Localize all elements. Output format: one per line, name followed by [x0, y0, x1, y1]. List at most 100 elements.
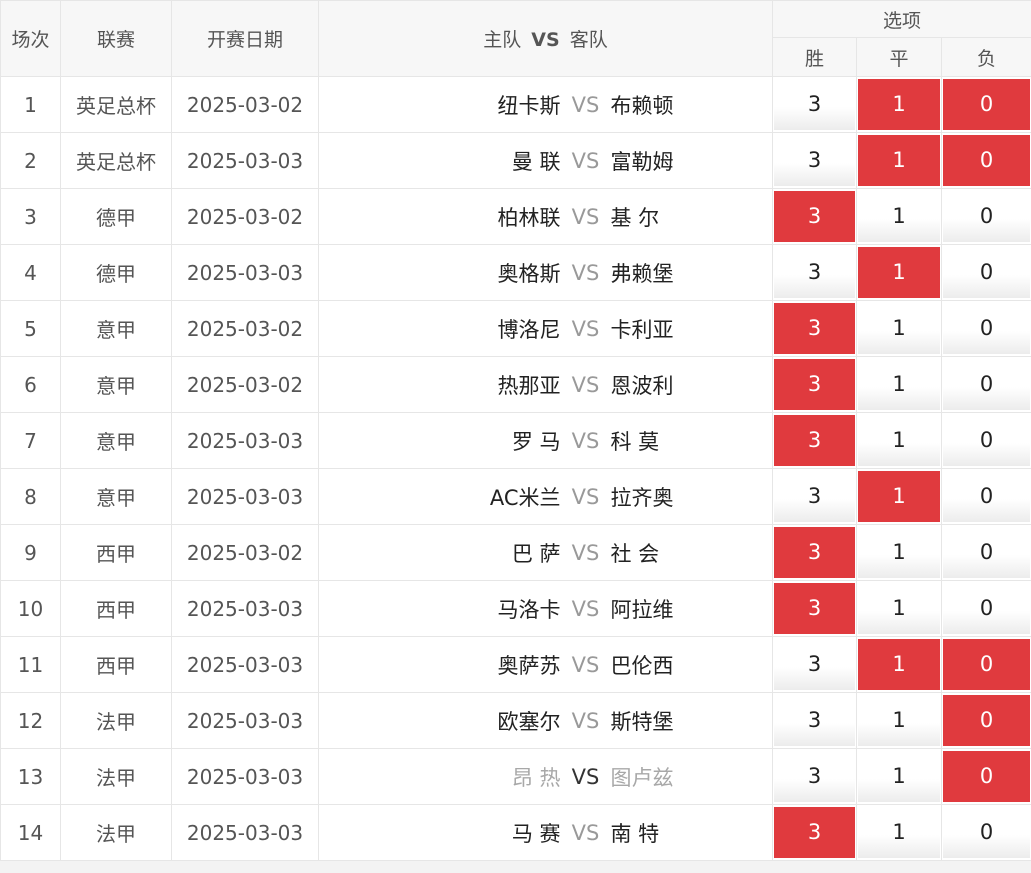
option-draw-button[interactable]: 1	[858, 695, 940, 746]
row-match: 热那亚VS恩波利	[319, 357, 773, 413]
option-lose-button[interactable]: 0	[943, 471, 1030, 522]
option-win-button[interactable]: 3	[774, 695, 855, 746]
option-lose-button[interactable]: 0	[943, 639, 1030, 690]
home-team: 马 赛	[351, 818, 561, 848]
vs-label: VS	[561, 709, 611, 733]
vs-label: VS	[561, 485, 611, 509]
row-match: 博洛尼VS卡利亚	[319, 301, 773, 357]
row-match: 昂 热VS图卢兹	[319, 749, 773, 805]
option-lose-button[interactable]: 0	[943, 415, 1030, 466]
match-teams: 博洛尼VS卡利亚	[319, 314, 772, 344]
option-lose-cell: 0	[942, 245, 1031, 301]
option-win-button[interactable]: 3	[774, 471, 855, 522]
option-draw-button[interactable]: 1	[858, 471, 940, 522]
option-draw-button[interactable]: 1	[858, 639, 940, 690]
option-win-cell: 3	[773, 189, 857, 245]
match-teams: 柏林联VS基 尔	[319, 202, 772, 232]
home-team: AC米兰	[351, 482, 561, 512]
option-lose-button[interactable]: 0	[943, 247, 1030, 298]
option-lose-button[interactable]: 0	[943, 583, 1030, 634]
option-win-button[interactable]: 3	[774, 583, 855, 634]
option-draw-button[interactable]: 1	[858, 359, 940, 410]
option-lose-button[interactable]: 0	[943, 135, 1030, 186]
away-team: 弗赖堡	[611, 258, 741, 288]
option-lose-button[interactable]: 0	[943, 359, 1030, 410]
option-draw-button[interactable]: 1	[858, 191, 940, 242]
option-lose-button[interactable]: 0	[943, 79, 1030, 130]
match-teams: 巴 萨VS社 会	[319, 538, 772, 568]
header-win: 胜	[773, 38, 857, 77]
row-date: 2025-03-03	[172, 413, 319, 469]
row-date: 2025-03-03	[172, 469, 319, 525]
row-match: 曼 联VS富勒姆	[319, 133, 773, 189]
row-date: 2025-03-03	[172, 133, 319, 189]
table-row: 12法甲2025-03-03欧塞尔VS斯特堡310	[1, 693, 1031, 749]
option-draw-button[interactable]: 1	[858, 79, 940, 130]
match-teams: 奥萨苏VS巴伦西	[319, 650, 772, 680]
header-away: 客队	[570, 29, 608, 51]
option-win-button[interactable]: 3	[774, 751, 855, 802]
option-win-button[interactable]: 3	[774, 79, 855, 130]
match-selection-table: 场次 联赛 开赛日期 主队VS客队 选项 胜 平 负 1英足总杯2025-03-…	[0, 0, 1031, 861]
row-date: 2025-03-02	[172, 77, 319, 133]
away-team: 拉齐奥	[611, 482, 741, 512]
header-options: 选项	[773, 1, 1031, 38]
bottom-strip	[0, 861, 1031, 873]
header-teams: 主队VS客队	[319, 1, 773, 77]
row-index: 8	[1, 469, 61, 525]
option-lose-button[interactable]: 0	[943, 807, 1030, 858]
option-draw-button[interactable]: 1	[858, 807, 940, 858]
option-draw-button[interactable]: 1	[858, 135, 940, 186]
vs-label: VS	[561, 205, 611, 229]
option-win-button[interactable]: 3	[774, 639, 855, 690]
option-win-button[interactable]: 3	[774, 527, 855, 578]
option-draw-button[interactable]: 1	[858, 583, 940, 634]
option-draw-button[interactable]: 1	[858, 415, 940, 466]
vs-label: VS	[561, 541, 611, 565]
option-lose-button[interactable]: 0	[943, 191, 1030, 242]
row-index: 5	[1, 301, 61, 357]
option-lose-button[interactable]: 0	[943, 751, 1030, 802]
away-team: 图卢兹	[611, 762, 741, 792]
option-lose-cell: 0	[942, 357, 1031, 413]
option-win-button[interactable]: 3	[774, 135, 855, 186]
option-lose-cell: 0	[942, 77, 1031, 133]
option-draw-cell: 1	[857, 581, 942, 637]
option-draw-button[interactable]: 1	[858, 751, 940, 802]
row-index: 2	[1, 133, 61, 189]
home-team: 曼 联	[351, 146, 561, 176]
option-win-button[interactable]: 3	[774, 303, 855, 354]
option-win-button[interactable]: 3	[774, 247, 855, 298]
away-team: 社 会	[611, 538, 741, 568]
home-team: 奥格斯	[351, 258, 561, 288]
row-league: 西甲	[61, 525, 172, 581]
row-index: 3	[1, 189, 61, 245]
option-lose-cell: 0	[942, 637, 1031, 693]
option-lose-button[interactable]: 0	[943, 303, 1030, 354]
option-draw-button[interactable]: 1	[858, 247, 940, 298]
home-team: 马洛卡	[351, 594, 561, 624]
match-teams: 曼 联VS富勒姆	[319, 146, 772, 176]
option-win-cell: 3	[773, 245, 857, 301]
home-team: 热那亚	[351, 370, 561, 400]
option-win-button[interactable]: 3	[774, 807, 855, 858]
option-lose-button[interactable]: 0	[943, 695, 1030, 746]
option-win-cell: 3	[773, 469, 857, 525]
row-league: 意甲	[61, 469, 172, 525]
row-date: 2025-03-03	[172, 245, 319, 301]
option-draw-button[interactable]: 1	[858, 527, 940, 578]
header-league: 联赛	[61, 1, 172, 77]
table-row: 9西甲2025-03-02巴 萨VS社 会310	[1, 525, 1031, 581]
option-win-button[interactable]: 3	[774, 415, 855, 466]
row-index: 1	[1, 77, 61, 133]
row-league: 德甲	[61, 245, 172, 301]
row-index: 9	[1, 525, 61, 581]
option-draw-cell: 1	[857, 805, 942, 861]
away-team: 基 尔	[611, 202, 741, 232]
match-teams: 欧塞尔VS斯特堡	[319, 706, 772, 736]
option-win-button[interactable]: 3	[774, 191, 855, 242]
option-win-button[interactable]: 3	[774, 359, 855, 410]
option-lose-button[interactable]: 0	[943, 527, 1030, 578]
option-lose-cell: 0	[942, 693, 1031, 749]
option-draw-button[interactable]: 1	[858, 303, 940, 354]
